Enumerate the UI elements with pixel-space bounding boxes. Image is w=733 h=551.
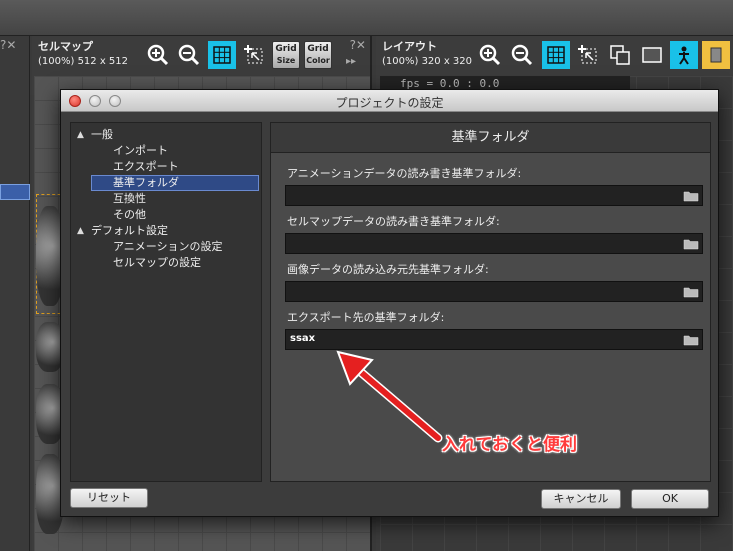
export-folder-label: エクスポート先の基準フォルダ: xyxy=(287,311,445,324)
cellmap-folder-label: セルマップデータの読み書き基準フォルダ: xyxy=(287,215,500,228)
dialog-titlebar[interactable]: プロジェクトの設定 xyxy=(61,90,718,112)
image-folder-field[interactable] xyxy=(285,281,703,302)
reset-button[interactable]: リセット xyxy=(70,488,148,508)
expand-triangle-icon[interactable]: ▲ xyxy=(77,223,84,239)
tree-item-compatibility[interactable]: 互換性 xyxy=(71,191,261,207)
lock-icon[interactable] xyxy=(702,41,730,69)
cancel-button[interactable]: キャンセル xyxy=(541,489,621,509)
cellmap-folder-field[interactable] xyxy=(285,233,703,254)
folder-icon[interactable] xyxy=(682,284,700,299)
grid-color-button[interactable]: Grid Color xyxy=(304,41,332,69)
tree-item-general[interactable]: ▲ 一般 xyxy=(71,127,261,143)
left-panel-controls[interactable]: ?✕ xyxy=(0,38,16,52)
tree-item-other[interactable]: その他 xyxy=(71,207,261,223)
grid-size-button[interactable]: Grid Size xyxy=(272,41,300,69)
cellmap-panel-title: セルマップ xyxy=(38,40,93,53)
layer-order-icon[interactable] xyxy=(606,41,634,69)
zoom-in-icon[interactable] xyxy=(144,41,172,69)
grid-toggle-icon[interactable] xyxy=(208,41,236,69)
dialog-title: プロジェクトの設定 xyxy=(335,96,444,110)
zoom-in-icon[interactable] xyxy=(476,41,504,69)
zoom-out-icon[interactable] xyxy=(508,41,536,69)
annotation-arrow-icon xyxy=(336,350,443,443)
animation-folder-label: アニメーションデータの読み書き基準フォルダ: xyxy=(287,167,522,180)
expand-triangle-icon[interactable]: ▲ xyxy=(77,127,84,143)
layout-panel-title: レイアウト xyxy=(382,40,437,53)
animation-folder-field[interactable] xyxy=(285,185,703,206)
content-title: 基準フォルダ xyxy=(271,123,710,153)
ok-button[interactable]: OK xyxy=(631,489,709,509)
layout-panel-size: (100%) 320 x 320 xyxy=(382,56,473,67)
tree-item-import[interactable]: インポート xyxy=(71,143,261,159)
tree-item-export[interactable]: エクスポート xyxy=(71,159,261,175)
tree-item-animation-settings[interactable]: アニメーションの設定 xyxy=(71,239,261,255)
cellmap-panel-controls[interactable]: ?✕ xyxy=(350,38,366,52)
grid-toggle-icon[interactable] xyxy=(542,41,570,69)
cellmap-panel-expand[interactable]: ▸▸ xyxy=(346,56,356,67)
frame-icon[interactable] xyxy=(638,41,666,69)
cellmap-panel-header: セルマップ (100%) 512 x 512 Grid Size Grid Co… xyxy=(32,36,370,74)
zoom-out-icon[interactable] xyxy=(175,41,203,69)
tree-item-base-folder[interactable]: 基準フォルダ xyxy=(91,175,259,191)
folder-icon[interactable] xyxy=(682,236,700,251)
layout-panel-header: レイアウト (100%) 320 x 320 xyxy=(376,36,733,74)
crop-select-icon[interactable] xyxy=(240,41,268,69)
settings-category-tree: ▲ 一般 インポート エクスポート 基準フォルダ 互換性 その他 ▲ デフォルト設定… xyxy=(70,122,262,482)
image-folder-label: 画像データの読み込み元先基準フォルダ: xyxy=(287,263,489,276)
left-panel: ?✕ xyxy=(0,36,30,551)
annotation-note: 入れておくと便利 xyxy=(442,435,577,455)
tree-item-default-settings[interactable]: ▲ デフォルト設定 xyxy=(71,223,261,239)
figure-icon[interactable] xyxy=(670,41,698,69)
project-settings-dialog: プロジェクトの設定 ▲ 一般 インポート エクスポート 基準フォルダ 互換性 その… xyxy=(60,89,719,517)
folder-icon[interactable] xyxy=(682,332,700,347)
app-toolbar xyxy=(0,0,733,36)
tree-item-cellmap-settings[interactable]: セルマップの設定 xyxy=(71,255,261,271)
folder-icon[interactable] xyxy=(682,188,700,203)
crop-select-icon[interactable] xyxy=(574,41,602,69)
cellmap-panel-size: (100%) 512 x 512 xyxy=(38,56,129,67)
left-panel-selected-row[interactable] xyxy=(0,184,30,200)
